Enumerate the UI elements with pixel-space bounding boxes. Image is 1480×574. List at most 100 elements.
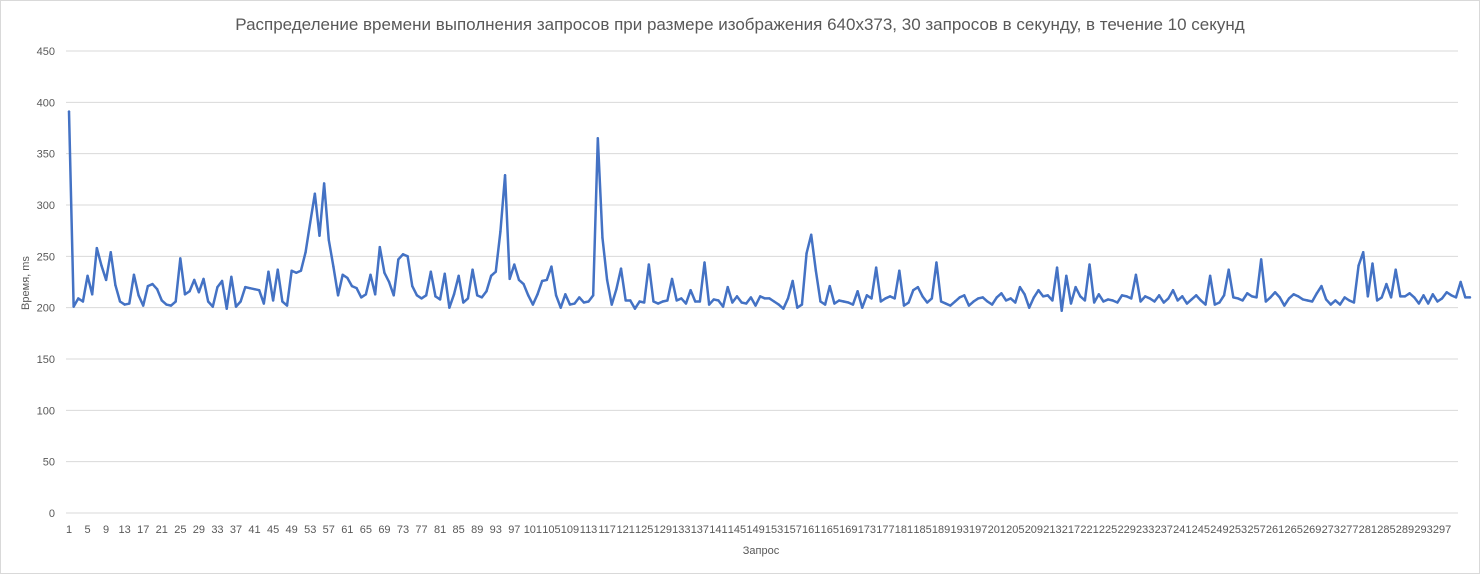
data-point xyxy=(281,300,284,303)
x-tick-label: 113 xyxy=(580,524,598,536)
data-point xyxy=(619,267,623,270)
data-point xyxy=(1468,296,1472,299)
x-tick-label: 129 xyxy=(654,524,672,536)
data-point xyxy=(791,279,794,283)
data-point xyxy=(629,299,632,302)
data-point xyxy=(1352,301,1356,304)
data-point xyxy=(1185,302,1189,305)
x-tick-label: 165 xyxy=(821,524,839,536)
data-point xyxy=(670,277,674,281)
data-point xyxy=(1440,297,1444,300)
data-point xyxy=(731,301,734,304)
data-point xyxy=(907,301,910,304)
data-point xyxy=(740,301,743,304)
data-point xyxy=(624,299,627,302)
data-point xyxy=(1269,296,1272,299)
data-point xyxy=(508,277,511,281)
data-point xyxy=(888,295,892,298)
data-point xyxy=(916,285,920,289)
data-point xyxy=(851,303,855,306)
data-point xyxy=(160,299,163,302)
data-point xyxy=(438,298,442,301)
data-point xyxy=(1329,303,1332,306)
data-point xyxy=(721,305,725,308)
data-point xyxy=(1454,296,1458,299)
data-point xyxy=(1195,294,1198,297)
data-point xyxy=(643,301,646,304)
data-point xyxy=(977,297,980,300)
data-point xyxy=(387,280,391,284)
data-point xyxy=(448,306,451,309)
data-point xyxy=(633,307,637,310)
data-point xyxy=(327,238,330,242)
data-point xyxy=(990,303,994,306)
data-point xyxy=(1004,299,1008,302)
x-tick-label: 5 xyxy=(84,524,90,536)
data-point xyxy=(814,269,818,272)
data-point xyxy=(230,275,233,279)
data-point xyxy=(100,264,103,267)
data-point xyxy=(211,305,214,308)
data-point xyxy=(378,245,381,249)
data-point xyxy=(257,289,261,292)
data-point xyxy=(489,274,493,278)
data-point xyxy=(1394,268,1397,271)
x-tick-label: 293 xyxy=(1414,524,1432,536)
data-point xyxy=(833,302,836,305)
data-point xyxy=(1324,298,1328,301)
data-point xyxy=(517,278,521,282)
y-tick-label: 150 xyxy=(37,354,55,366)
x-tick-label: 261 xyxy=(1266,524,1284,536)
data-point xyxy=(332,265,335,268)
data-point xyxy=(1366,295,1370,298)
data-point xyxy=(146,284,150,288)
x-tick-label: 229 xyxy=(1117,524,1135,536)
data-point xyxy=(494,270,497,273)
x-tick-label: 281 xyxy=(1359,524,1377,536)
data-point xyxy=(680,297,683,300)
data-point xyxy=(118,300,122,303)
data-point xyxy=(415,294,419,297)
data-point xyxy=(360,296,363,299)
x-tick-label: 249 xyxy=(1210,524,1228,536)
data-point xyxy=(1338,303,1342,306)
data-point xyxy=(1380,296,1383,299)
x-tick-label: 117 xyxy=(598,524,616,536)
x-tick-label: 205 xyxy=(1006,524,1024,536)
data-point xyxy=(1362,251,1365,254)
x-tick-label: 53 xyxy=(304,524,316,536)
data-point xyxy=(304,251,307,254)
x-tick-label: 125 xyxy=(635,524,653,536)
data-point xyxy=(86,274,89,278)
data-point xyxy=(745,302,748,305)
data-point xyxy=(647,263,651,266)
data-point xyxy=(939,300,943,303)
data-point xyxy=(132,273,136,277)
data-point xyxy=(638,300,641,303)
data-point xyxy=(1389,296,1393,299)
data-point xyxy=(981,296,985,299)
data-point xyxy=(104,278,108,282)
data-point xyxy=(336,294,340,297)
data-point xyxy=(1241,299,1244,302)
x-tick-label: 257 xyxy=(1247,524,1265,536)
data-point xyxy=(1199,299,1203,302)
data-point xyxy=(313,192,317,195)
data-point xyxy=(1371,262,1374,265)
x-tick-label: 97 xyxy=(508,524,520,536)
x-tick-label: 101 xyxy=(524,524,542,536)
data-point xyxy=(930,297,934,300)
x-tick-label: 105 xyxy=(542,524,560,536)
data-point xyxy=(935,261,938,264)
data-point xyxy=(698,300,702,303)
data-point xyxy=(355,286,358,290)
data-point xyxy=(406,255,409,258)
x-tick-label: 13 xyxy=(119,524,131,536)
data-point xyxy=(1009,297,1012,300)
data-point xyxy=(1422,294,1425,297)
data-point xyxy=(777,303,780,306)
data-point xyxy=(137,294,140,297)
data-point xyxy=(949,304,952,307)
x-tick-label: 145 xyxy=(728,524,746,536)
data-point xyxy=(248,286,252,290)
